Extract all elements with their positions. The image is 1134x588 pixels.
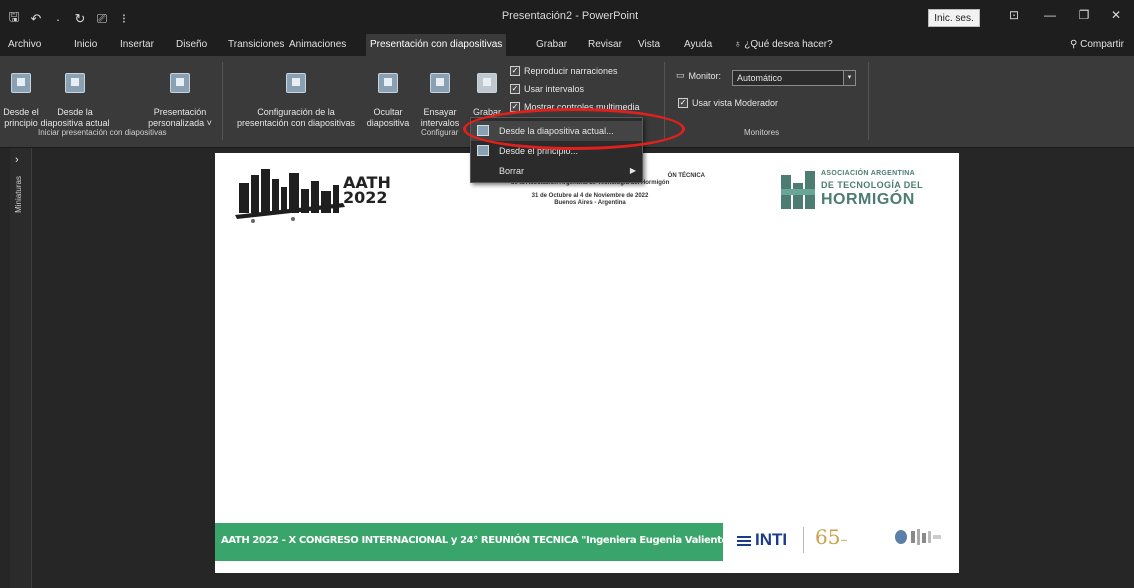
aath-logo	[235, 169, 345, 223]
monitor-icon: ▭	[676, 70, 685, 80]
government-crest-icon	[895, 529, 941, 545]
setup-slideshow-button[interactable]: Configuración de la presentación con dia…	[230, 62, 362, 129]
record-dropdown-menu: Desde la diapositiva actual... Desde el …	[470, 117, 643, 183]
tab-inicio[interactable]: Inicio	[70, 34, 101, 56]
menu-item-record-from-beginning[interactable]: Desde el principio...	[471, 141, 642, 161]
sixty-five-logo: 65	[815, 525, 841, 549]
from-beginning-button[interactable]: Desde el principio	[2, 62, 40, 129]
use-timings-checkbox[interactable]: ✓ Usar intervalos	[510, 84, 584, 94]
save-icon[interactable]: 🖫	[8, 8, 20, 30]
slideshow-start-icon	[11, 73, 31, 93]
record-icon	[477, 73, 497, 93]
tab-archivo[interactable]: Archivo	[4, 34, 45, 56]
association-mark-icon	[781, 171, 815, 209]
hide-slide-icon	[378, 73, 398, 93]
rehearse-timings-button[interactable]: Ensayar intervalos	[420, 62, 460, 129]
thumbnails-panel: › Miniaturas	[10, 148, 32, 588]
presenter-view-checkbox[interactable]: ✓ Usar vista Moderador	[678, 98, 778, 108]
setup-icon	[286, 73, 306, 93]
start-presentation-icon[interactable]: ⎚	[96, 11, 108, 27]
submenu-arrow-icon: ▶	[629, 166, 636, 175]
logo-divider	[803, 527, 804, 553]
checkmark-icon: ✓	[510, 66, 520, 76]
hide-slide-button[interactable]: Ocultar diapositiva	[364, 62, 412, 129]
rehearse-icon	[430, 73, 450, 93]
group-label-start: Iniciar presentación con diapositivas	[38, 128, 167, 137]
group-label-monitors: Monitores	[744, 128, 780, 137]
tab-revisar[interactable]: Revisar	[584, 34, 626, 56]
sign-in-button[interactable]: Inic. ses.	[928, 9, 980, 27]
record-slide-icon	[477, 145, 489, 156]
menu-item-clear[interactable]: Borrar ▶	[471, 161, 642, 181]
from-current-slide-button[interactable]: Desde la diapositiva actual	[40, 62, 110, 129]
checkmark-icon: ✓	[510, 102, 520, 112]
minimize-button[interactable]: —	[1040, 8, 1060, 22]
association-line3: HORMIGÓN	[821, 191, 915, 208]
aath-association-logo: ASOCIACIÓN ARGENTINA DE TECNOLOGÍA DEL H…	[775, 165, 945, 215]
tab-grabar[interactable]: Grabar	[532, 34, 571, 56]
group-label-setup: Configurar	[421, 128, 459, 137]
tell-me-search[interactable]: ♁ ¿Qué desea hacer?	[730, 34, 837, 56]
close-button[interactable]: ✕	[1106, 8, 1126, 22]
tab-ayuda[interactable]: Ayuda	[680, 34, 716, 56]
custom-slideshow-button[interactable]: Presentación personalizada ˅	[144, 62, 216, 129]
tab-vista[interactable]: Vista	[634, 34, 664, 56]
person-icon: ⚲	[1069, 39, 1078, 50]
title-bar: 🖫 ↶ · ↻ ⎚ ⁝ Presentación2 - PowerPoint I…	[0, 0, 1134, 34]
quick-access-toolbar: 🖫 ↶ · ↻ ⎚ ⁝	[8, 8, 130, 30]
ribbon-separator	[868, 62, 869, 140]
slide-canvas[interactable]: AATH 2022 ÓN TÉCNICA de la Asociación Ar…	[215, 153, 959, 573]
record-button[interactable]: Grabar	[470, 62, 504, 118]
banner-text: AATH 2022 - X CONGRESO INTERNACIONAL y 2…	[221, 535, 733, 546]
tab-presentacion[interactable]: Presentación con diapositivas	[366, 34, 507, 56]
tab-diseno[interactable]: Diseño	[172, 34, 211, 56]
checkmark-icon: ✓	[678, 98, 688, 108]
aath-2022-text: AATH 2022	[343, 173, 391, 207]
expand-chevron-icon[interactable]: ›	[15, 154, 19, 166]
tab-transiciones[interactable]: Transiciones	[224, 34, 288, 56]
checkmark-icon: ✓	[510, 84, 520, 94]
menu-item-record-from-current[interactable]: Desde la diapositiva actual...	[471, 121, 642, 141]
window-title: Presentación2 - PowerPoint	[501, 10, 639, 22]
customize-qat-icon[interactable]: ⁝	[118, 11, 130, 27]
undo-dropdown-icon[interactable]: ·	[52, 12, 64, 27]
redo-icon[interactable]: ↻	[74, 11, 86, 27]
inti-logo-text: INTI	[755, 530, 788, 549]
monitor-select[interactable]: Automático ▾	[732, 70, 856, 86]
custom-show-icon	[170, 73, 190, 93]
ribbon-tabs: Archivo Inicio Insertar Diseño Transicio…	[0, 34, 1134, 56]
chevron-down-icon: ▾	[843, 71, 855, 85]
monitor-label: ▭ Monitor:	[676, 70, 722, 81]
lightbulb-icon: ♁	[734, 39, 742, 50]
undo-icon[interactable]: ↶	[30, 11, 42, 27]
tab-insertar[interactable]: Insertar	[116, 34, 158, 56]
ribbon-display-options-icon[interactable]: ⊡	[1004, 8, 1024, 22]
restore-button[interactable]: ❐	[1074, 8, 1094, 22]
record-slide-icon	[477, 125, 489, 136]
share-button[interactable]: ⚲ Compartir	[1070, 34, 1124, 56]
sixty-five-decoration: ━━	[841, 538, 848, 544]
inti-lines-icon	[737, 536, 751, 546]
slideshow-current-icon	[65, 73, 85, 93]
footer-banner: AATH 2022 - X CONGRESO INTERNACIONAL y 2…	[215, 523, 733, 561]
tab-animaciones[interactable]: Animaciones	[285, 34, 350, 56]
show-media-controls-checkbox[interactable]: ✓ Mostrar controles multimedia	[510, 102, 640, 112]
play-narrations-checkbox[interactable]: ✓ Reproducir narraciones	[510, 66, 618, 76]
association-line1: ASOCIACIÓN ARGENTINA	[821, 170, 916, 177]
thumbnails-label[interactable]: Miniaturas	[14, 176, 23, 213]
association-line2: DE TECNOLOGÍA DEL	[821, 180, 923, 190]
ribbon-separator	[664, 62, 665, 140]
ribbon-separator	[222, 62, 223, 140]
